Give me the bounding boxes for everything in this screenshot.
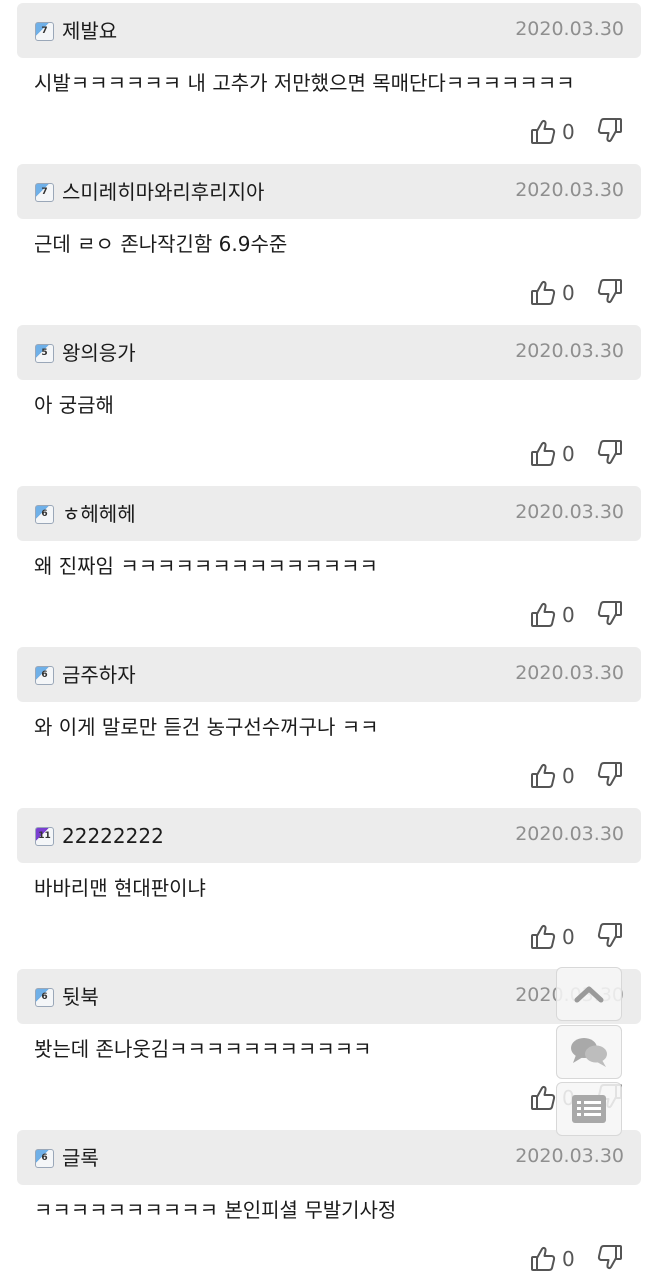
dislike-button[interactable] bbox=[597, 116, 627, 146]
comment-header: 6 글록 2020.03.30 bbox=[17, 1130, 641, 1185]
thumbs-down-icon bbox=[597, 762, 622, 787]
comment-header: 6 ㅎ헤헤헤 2020.03.30 bbox=[17, 486, 641, 541]
comment-text: 와 이게 말로만 듣건 농구선수꺼구나 ㅋㅋ bbox=[34, 715, 379, 739]
like-button[interactable]: 0 bbox=[530, 436, 586, 472]
thumbs-up-icon bbox=[531, 441, 556, 466]
level-badge-icon: 5 bbox=[35, 344, 54, 363]
comment-header: 6 금주하자 2020.03.30 bbox=[17, 647, 641, 702]
thumbs-down-icon bbox=[597, 1245, 622, 1270]
comment-date: 2020.03.30 bbox=[515, 1145, 624, 1167]
thumbs-up-icon bbox=[531, 763, 556, 788]
like-button[interactable]: 0 bbox=[530, 758, 586, 794]
comment-author[interactable]: 22222222 bbox=[62, 821, 164, 851]
comment-header: 7 스미레히마와리후리지아 2020.03.30 bbox=[17, 164, 641, 219]
level-badge-icon: 6 bbox=[35, 1149, 54, 1168]
comment-date: 2020.03.30 bbox=[515, 340, 624, 362]
comment-date: 2020.03.30 bbox=[515, 179, 624, 201]
thumbs-up-icon bbox=[531, 1246, 556, 1271]
thumbs-up-icon bbox=[531, 280, 556, 305]
comment-header: 5 왕의응가 2020.03.30 bbox=[17, 325, 641, 380]
comment-text: 아 궁금해 bbox=[34, 393, 114, 417]
like-button[interactable]: 0 bbox=[530, 1241, 586, 1277]
comment-author[interactable]: 글록 bbox=[62, 1143, 99, 1173]
like-count: 0 bbox=[562, 925, 575, 949]
like-button[interactable]: 0 bbox=[530, 275, 586, 311]
comment-text: 왜 진짜임 ㅋㅋㅋㅋㅋㅋㅋㅋㅋㅋㅋㅋㅋㅋ bbox=[34, 554, 378, 578]
comment-item: 11 22222222 2020.03.30 바바리맨 현대판이냐 0 bbox=[0, 805, 658, 966]
thumbs-down-icon bbox=[597, 279, 622, 304]
chevron-up-icon bbox=[574, 986, 604, 1003]
comment-item: 6 금주하자 2020.03.30 와 이게 말로만 듣건 농구선수꺼구나 ㅋㅋ 0 bbox=[0, 644, 658, 805]
thumbs-down-icon bbox=[597, 440, 622, 465]
like-count: 0 bbox=[562, 442, 575, 466]
comment-text: ㅋㅋㅋㅋㅋㅋㅋㅋㅋㅋ 본인피셜 무발기사정 bbox=[34, 1198, 397, 1222]
comment-date: 2020.03.30 bbox=[515, 18, 624, 40]
comment-author[interactable]: 왕의응가 bbox=[62, 338, 136, 368]
comments-shortcut-button[interactable] bbox=[556, 1025, 622, 1079]
like-button[interactable]: 0 bbox=[530, 114, 586, 150]
list-icon bbox=[572, 1095, 606, 1123]
comment-text: 바바리맨 현대판이냐 bbox=[34, 876, 206, 900]
comment-author[interactable]: 뒷북 bbox=[62, 982, 99, 1012]
comment-author[interactable]: 스미레히마와리후리지아 bbox=[62, 177, 264, 207]
level-badge-icon: 6 bbox=[35, 666, 54, 685]
like-count: 0 bbox=[562, 281, 575, 305]
comment-item: 6 글록 2020.03.30 ㅋㅋㅋㅋㅋㅋㅋㅋㅋㅋ 본인피셜 무발기사정 0 bbox=[0, 1127, 658, 1288]
comment-item: 7 제발요 2020.03.30 시발ㅋㅋㅋㅋㅋㅋ 내 고추가 저만했으면 목매단다ㅋ… bbox=[0, 0, 658, 161]
like-count: 0 bbox=[562, 603, 575, 627]
scroll-top-button[interactable] bbox=[556, 967, 622, 1021]
comment-text: 근데 ㄹㅇ 존나작긴함 6.9수준 bbox=[34, 232, 288, 256]
level-badge-icon: 6 bbox=[35, 505, 54, 524]
thumbs-up-icon bbox=[531, 1085, 556, 1110]
dislike-button[interactable] bbox=[597, 277, 627, 307]
like-button[interactable]: 0 bbox=[530, 919, 586, 955]
comment-date: 2020.03.30 bbox=[515, 662, 624, 684]
like-count: 0 bbox=[562, 120, 575, 144]
chat-bubbles-icon bbox=[571, 1038, 607, 1067]
list-button[interactable] bbox=[556, 1082, 622, 1136]
comment-author[interactable]: 금주하자 bbox=[62, 660, 136, 690]
dislike-button[interactable] bbox=[597, 921, 627, 951]
dislike-button[interactable] bbox=[597, 1243, 627, 1273]
comment-header: 6뒷북2020.03.30 bbox=[17, 969, 641, 1024]
level-badge-icon: 6 bbox=[35, 988, 54, 1007]
thumbs-down-icon bbox=[597, 601, 622, 626]
thumbs-down-icon bbox=[597, 923, 622, 948]
comment-date: 2020.03.30 bbox=[515, 823, 624, 845]
level-badge-icon: 7 bbox=[35, 183, 54, 202]
level-badge-icon: 11 bbox=[35, 827, 54, 846]
comment-author[interactable]: 제발요 bbox=[62, 16, 117, 46]
comment-header: 7 제발요 2020.03.30 bbox=[17, 3, 641, 58]
comment-item: 7 스미레히마와리후리지아 2020.03.30 근데 ㄹㅇ 존나작긴함 6.9수준 0 bbox=[0, 161, 658, 322]
thumbs-down-icon bbox=[597, 118, 622, 143]
like-button[interactable]: 0 bbox=[530, 597, 586, 633]
comment-item: 6 ㅎ헤헤헤 2020.03.30 왜 진짜임 ㅋㅋㅋㅋㅋㅋㅋㅋㅋㅋㅋㅋㅋㅋ 0 bbox=[0, 483, 658, 644]
dislike-button[interactable] bbox=[597, 760, 627, 790]
comment-text: 시발ㅋㅋㅋㅋㅋㅋ 내 고추가 저만했으면 목매단다ㅋㅋㅋㅋㅋㅋㅋ bbox=[34, 71, 575, 95]
thumbs-up-icon bbox=[531, 119, 556, 144]
comment-author[interactable]: ㅎ헤헤헤 bbox=[62, 499, 136, 529]
thumbs-up-icon bbox=[531, 924, 556, 949]
comment-header: 11 22222222 2020.03.30 bbox=[17, 808, 641, 863]
dislike-button[interactable] bbox=[597, 438, 627, 468]
comment-date: 2020.03.30 bbox=[515, 501, 624, 523]
thumbs-up-icon bbox=[531, 602, 556, 627]
dislike-button[interactable] bbox=[597, 599, 627, 629]
level-badge-icon: 7 bbox=[35, 22, 54, 41]
comment-item: 5 왕의응가 2020.03.30 아 궁금해 0 bbox=[0, 322, 658, 483]
like-count: 0 bbox=[562, 1247, 575, 1271]
comment-text: 봣는데 존나웃김ㅋㅋㅋㅋㅋㅋㅋㅋㅋㅋㅋ bbox=[34, 1037, 372, 1061]
like-count: 0 bbox=[562, 764, 575, 788]
